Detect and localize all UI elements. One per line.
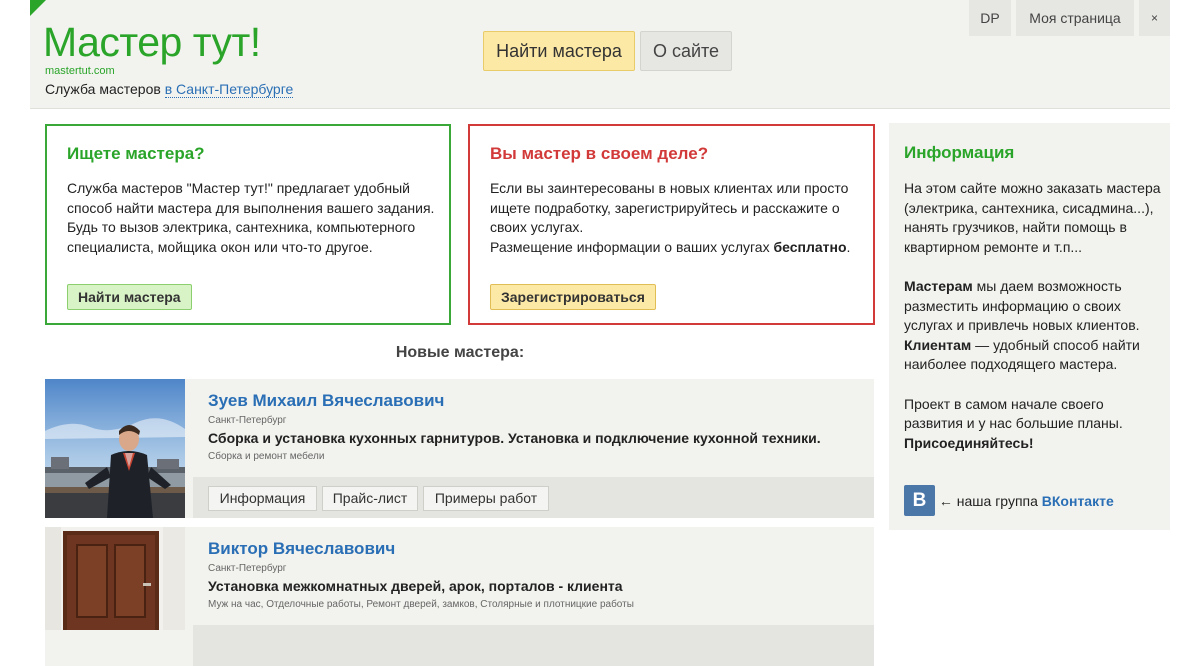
sidebar-project-text: Проект в самом начале своего развития и … xyxy=(904,395,1123,432)
tab-work-examples[interactable]: Примеры работ xyxy=(423,486,549,511)
corner-ribbon xyxy=(30,0,46,16)
master-headline: Установка межкомнатных дверей, арок, пор… xyxy=(208,578,623,594)
sidebar-paragraph-2: Мастерам мы даем возможность разместить … xyxy=(904,277,1164,375)
master-categories: Сборка и ремонт мебели xyxy=(208,451,325,462)
nav-find-master-button[interactable]: Найти мастера xyxy=(483,31,635,71)
sidebar-join-text: Присоединяйтесь! xyxy=(904,434,1034,451)
master-categories: Муж на час, Отделочные работы, Ремонт дв… xyxy=(208,599,634,610)
looking-card-title: Ищете мастера? xyxy=(67,144,205,163)
sidebar-text: На этом сайте можно заказать мастера (эл… xyxy=(904,179,1164,473)
site-logo[interactable]: Мастер тут! xyxy=(43,18,261,66)
vk-group-row: B ← наша группа ВКонтакте xyxy=(904,485,1114,517)
master-list-item: Зуев Михаил Вячеславович Санкт-Петербург… xyxy=(45,379,874,518)
master-card-free: бесплатно xyxy=(773,238,847,255)
user-initials-button[interactable]: DP xyxy=(969,0,1011,36)
master-headline: Сборка и установка кухонных гарнитуров. … xyxy=(208,430,821,446)
looking-card-text: Служба мастеров "Мастер тут!" предлагает… xyxy=(67,180,435,255)
new-masters-title: Новые мастера: xyxy=(395,344,525,361)
tab-price-list[interactable]: Прайс-лист xyxy=(322,486,418,511)
master-card-text-end: . xyxy=(846,238,851,255)
looking-for-master-card: Ищете мастера? Служба мастеров "Мастер т… xyxy=(45,124,451,325)
vk-link[interactable]: ВКонтакте xyxy=(1042,493,1114,509)
are-you-master-card: Вы мастер в своем деле? Если вы заинтере… xyxy=(468,124,875,325)
site-domain: mastertut.com xyxy=(45,65,115,77)
tagline-text: Служба мастеров xyxy=(45,81,161,97)
master-card-title: Вы мастер в своем деле? xyxy=(490,144,709,163)
find-master-button[interactable]: Найти мастера xyxy=(67,284,192,310)
close-icon[interactable]: × xyxy=(1139,0,1170,36)
master-city: Санкт-Петербург xyxy=(208,563,287,574)
master-tab-bar xyxy=(193,625,874,666)
master-photo[interactable] xyxy=(45,527,185,666)
master-name-link[interactable]: Зуев Михаил Вячеславович xyxy=(208,391,444,411)
vk-text: ← наша группа xyxy=(938,493,1038,509)
master-card-text-1: Если вы заинтересованы в новых клиентах … xyxy=(490,180,849,236)
master-photo[interactable] xyxy=(45,379,185,518)
info-sidebar: Информация На этом сайте можно заказать … xyxy=(889,123,1170,530)
my-page-button[interactable]: Моя страница xyxy=(1016,0,1134,36)
site-tagline: Служба мастеров в Санкт-Петербурге xyxy=(45,81,294,98)
register-button[interactable]: Зарегистрироваться xyxy=(490,284,656,310)
master-photo-image xyxy=(45,379,185,518)
master-info: Зуев Михаил Вячеславович Санкт-Петербург… xyxy=(193,379,874,518)
master-card-text: Если вы заинтересованы в новых клиентах … xyxy=(490,179,860,257)
master-photo-image xyxy=(45,527,185,630)
sidebar-masters-label: Мастерам xyxy=(904,277,973,294)
sidebar-title: Информация xyxy=(904,143,1015,162)
master-list-item: Виктор Вячеславович Санкт-Петербург Уста… xyxy=(45,527,874,666)
sidebar-clients-label: Клиентам xyxy=(904,336,972,353)
master-card-text-2: Размещение информации о ваших услугах xyxy=(490,238,770,255)
master-city: Санкт-Петербург xyxy=(208,415,287,426)
sidebar-paragraph-3: Проект в самом начале своего развития и … xyxy=(904,395,1164,454)
nav-about-button[interactable]: О сайте xyxy=(640,31,732,71)
tab-information[interactable]: Информация xyxy=(208,486,317,511)
master-info: Виктор Вячеславович Санкт-Петербург Уста… xyxy=(193,527,874,666)
master-tab-bar: Информация Прайс-лист Примеры работ xyxy=(193,477,874,518)
sidebar-paragraph-1: На этом сайте можно заказать мастера (эл… xyxy=(904,180,1161,255)
vk-icon[interactable]: B xyxy=(904,485,935,516)
master-name-link[interactable]: Виктор Вячеславович xyxy=(208,539,395,559)
city-link[interactable]: в Санкт-Петербурге xyxy=(164,81,294,98)
